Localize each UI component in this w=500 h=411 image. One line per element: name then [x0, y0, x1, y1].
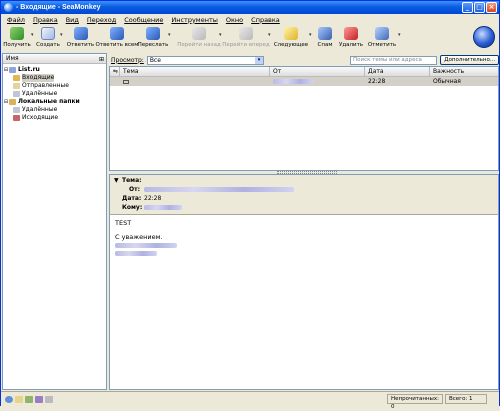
mark-button[interactable]: Отметить — [366, 25, 398, 53]
outbox-folder-icon — [13, 115, 20, 121]
seamonkey-app-icon[interactable] — [4, 3, 13, 12]
thread-pane: ⇋ Тема От Дата Важность 22:28 Обычная — [109, 66, 499, 171]
folder-inbox[interactable]: Входящие — [3, 74, 106, 82]
mark-icon — [375, 27, 389, 40]
reply-button[interactable]: Ответить — [65, 25, 96, 53]
close-button[interactable]: × — [486, 2, 497, 13]
total-count: Всего: 1 — [445, 394, 487, 404]
mail-account-icon — [9, 67, 16, 73]
menu-tools[interactable]: Инструменты — [171, 16, 218, 24]
thread-toggle-column[interactable]: ⇋ — [110, 67, 120, 76]
folder-pane: Имя ⊞ ⊟ List.ru Входящие Отправленные Уд… — [2, 53, 107, 390]
view-search-bar: Просмотр: Все ▾ Поиск темы или адреса До… — [109, 54, 499, 66]
collapse-header-icon[interactable]: ▼ — [114, 177, 119, 184]
forward-arrow-icon — [239, 27, 253, 40]
spam-button[interactable]: Спам — [314, 25, 336, 53]
trash-folder-icon — [13, 91, 20, 97]
app-window: - Входящие - SeaMonkey _ □ × Файл Правка… — [0, 0, 500, 410]
mark-dropdown[interactable]: ▾ — [398, 25, 403, 38]
column-subject[interactable]: Тема — [120, 67, 270, 76]
back-arrow-icon — [192, 27, 206, 40]
column-date[interactable]: Дата — [365, 67, 430, 76]
compose-icon — [41, 27, 55, 40]
body-line-regards: С уважением. — [115, 233, 163, 241]
body-line-test: TEST — [115, 219, 132, 227]
inbox-folder-icon — [13, 75, 20, 81]
menu-bar: Файл Правка Вид Переход Сообщение Инстру… — [1, 14, 499, 25]
message-row-importance: Обычная — [433, 78, 461, 85]
local-folders-icon — [9, 99, 16, 105]
title-bar[interactable]: - Входящие - SeaMonkey _ □ × — [1, 1, 499, 14]
envelope-icon — [123, 79, 129, 84]
window-title: - Входящие - SeaMonkey — [16, 4, 101, 11]
chat-icon[interactable] — [35, 395, 43, 403]
menu-help[interactable]: Справка — [251, 16, 280, 24]
reply-icon — [73, 27, 88, 40]
folder-account-listru[interactable]: ⊟ List.ru — [3, 66, 106, 74]
header-date-value: 22:28 — [144, 195, 162, 202]
delete-icon — [344, 27, 358, 40]
address-book-icon[interactable] — [45, 395, 53, 403]
menu-go[interactable]: Переход — [87, 16, 116, 24]
next-message-icon — [284, 27, 298, 40]
forward-dropdown[interactable]: ▾ — [168, 25, 173, 38]
folder-sent[interactable]: Отправленные — [3, 82, 106, 90]
get-mail-icon — [10, 27, 24, 40]
folder-column-header[interactable]: Имя ⊞ — [3, 54, 106, 64]
menu-window[interactable]: Окно — [226, 16, 243, 24]
reply-all-button[interactable]: Ответить всем — [96, 25, 138, 53]
unread-count: Непрочитанных: 0 — [387, 394, 443, 410]
header-to-value[interactable] — [144, 205, 182, 210]
header-from-value[interactable] — [144, 187, 294, 192]
trash-folder-icon — [13, 107, 20, 113]
header-subject-label: Тема: — [122, 177, 142, 184]
main-toolbar: Получить ▾ Создать ▾ Ответить Ответить в… — [1, 25, 499, 53]
seamonkey-throbber-logo[interactable] — [473, 26, 495, 48]
message-body[interactable]: TEST С уважением. — [109, 214, 499, 390]
folder-trash[interactable]: Удалённые — [3, 90, 106, 98]
go-forward-button[interactable]: Перейти вперед — [222, 25, 270, 53]
menu-message[interactable]: Сообщение — [124, 16, 163, 24]
view-label: Просмотр: — [111, 56, 144, 64]
folder-local-folders[interactable]: ⊟ Локальные папки — [3, 98, 106, 106]
get-mail-button[interactable]: Получить — [3, 25, 31, 53]
folder-outbox[interactable]: Исходящие — [3, 114, 106, 122]
folder-local-trash[interactable]: Удалённые — [3, 106, 106, 114]
advanced-search-button[interactable]: Дополнительно... — [440, 55, 499, 65]
header-from-label: От: — [129, 186, 140, 193]
search-input[interactable]: Поиск темы или адреса — [350, 55, 438, 65]
mail-icon[interactable] — [15, 395, 23, 403]
forward-icon — [146, 27, 160, 40]
thread-column-headers: ⇋ Тема От Дата Важность — [110, 67, 498, 77]
delete-button[interactable]: Удалить — [336, 25, 366, 53]
compose-button[interactable]: Создать — [36, 25, 60, 53]
header-to-label: Кому: — [122, 204, 143, 211]
message-row[interactable]: 22:28 Обычная — [110, 77, 498, 86]
header-date-label: Дата: — [122, 195, 142, 202]
message-header: ▼ Тема: От: Дата: 22:28 Кому: — [109, 174, 499, 214]
minimize-button[interactable]: _ — [462, 2, 473, 13]
browser-icon[interactable] — [5, 395, 13, 403]
next-button[interactable]: Следующее — [273, 25, 309, 53]
signature-redacted — [115, 250, 157, 256]
menu-view[interactable]: Вид — [66, 16, 79, 24]
forward-button[interactable]: Переслать — [138, 25, 168, 53]
go-back-button[interactable]: Перейти назад — [177, 25, 221, 53]
signature-redacted — [115, 242, 177, 248]
composer-icon[interactable] — [25, 395, 33, 403]
maximize-button[interactable]: □ — [474, 2, 485, 13]
menu-file[interactable]: Файл — [7, 16, 25, 24]
chevron-down-icon: ▾ — [255, 56, 263, 64]
column-picker-icon[interactable]: ⊞ — [99, 55, 104, 64]
column-from[interactable]: От — [270, 67, 365, 76]
message-row-date: 22:28 — [368, 78, 386, 85]
status-bar: Непрочитанных: 0 Всего: 1 — [1, 391, 499, 410]
menu-edit[interactable]: Правка — [33, 16, 58, 24]
sender-redacted — [273, 79, 313, 84]
sent-folder-icon — [13, 83, 20, 89]
reply-all-icon — [110, 27, 124, 40]
column-importance[interactable]: Важность — [430, 67, 490, 76]
spam-icon — [318, 27, 332, 40]
view-select[interactable]: Все ▾ — [146, 55, 264, 65]
